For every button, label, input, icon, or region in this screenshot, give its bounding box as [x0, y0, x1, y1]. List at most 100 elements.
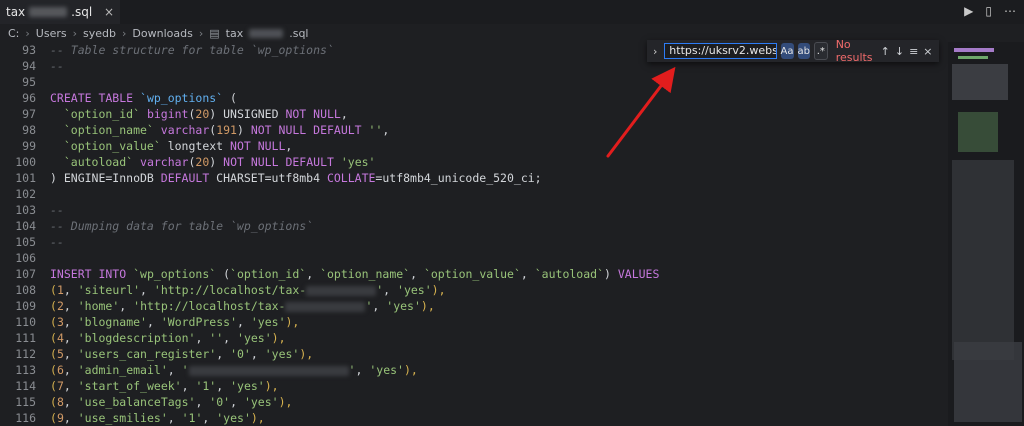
code-line[interactable]: 102 [0, 186, 948, 202]
code-line[interactable]: 114 (7, 'start_of_week', '1', 'yes'), [0, 378, 948, 394]
split-editor-icon[interactable]: ▯ [985, 4, 992, 18]
redacted-text [285, 301, 366, 312]
line-text: -- [50, 203, 64, 217]
line-number: 94 [22, 59, 36, 73]
line-text: (8, 'use_balanceTags', '0', 'yes'), [50, 395, 293, 409]
code-line[interactable]: 98 `option_name` varchar(191) NOT NULL D… [0, 122, 948, 138]
previous-match-icon[interactable]: ↑ [880, 45, 890, 58]
minimap-block [958, 112, 998, 152]
line-number: 106 [15, 251, 36, 265]
line-number: 102 [15, 187, 36, 201]
line-text: (3, 'blogname', 'WordPress', 'yes'), [50, 315, 300, 329]
breadcrumb-file-prefix[interactable]: tax [226, 27, 244, 40]
redacted-text [188, 365, 349, 376]
line-number: 101 [15, 171, 36, 185]
code-line[interactable]: 103 -- [0, 202, 948, 218]
code-line[interactable]: 99 `option_value` longtext NOT NULL, [0, 138, 948, 154]
line-number: 100 [15, 155, 36, 169]
breadcrumb-file-suffix[interactable]: .sql [289, 27, 308, 40]
line-text: -- Dumping data for table `wp_options` [50, 219, 314, 233]
breadcrumb-separator-icon: › [122, 26, 127, 40]
find-input[interactable]: https://uksrv2.websiteserve [664, 43, 777, 59]
run-icon[interactable]: ▶ [964, 4, 973, 18]
code-line[interactable]: 100 `autoload` varchar(20) NOT NULL DEFA… [0, 154, 948, 170]
more-actions-icon[interactable]: ⋯ [1004, 4, 1016, 18]
line-number: 114 [15, 379, 36, 393]
use-regex-button[interactable]: .* [814, 42, 828, 60]
line-text: `option_id` bigint(20) UNSIGNED NOT NULL… [50, 107, 348, 121]
code-line[interactable]: 109 (2, 'home', 'http://localhost/tax- ', … [0, 298, 948, 314]
line-number: 109 [15, 299, 36, 313]
line-text: `option_name` varchar(191) NOT NULL DEFA… [50, 123, 390, 137]
minimap-block [952, 64, 1008, 100]
database-icon: ▤ [209, 26, 220, 40]
line-number: 116 [15, 411, 36, 425]
code-line[interactable]: 115 (8, 'use_balanceTags', '0', 'yes'), [0, 394, 948, 410]
code-line[interactable]: 108 (1, 'siteurl', 'http://localhost/tax-… [0, 282, 948, 298]
line-text: `option_value` longtext NOT NULL, [50, 139, 293, 153]
code-line[interactable]: 105 -- [0, 234, 948, 250]
tab-bar: tax .sql × ▶ ▯ ⋯ [0, 0, 1024, 25]
minimap-block [954, 342, 1022, 422]
line-text: (4, 'blogdescription', '', 'yes'), [50, 331, 286, 345]
code-line[interactable]: 101 ) ENGINE=InnoDB DEFAULT CHARSET=utf8m… [0, 170, 948, 186]
minimap[interactable] [948, 42, 1024, 426]
breadcrumb-user[interactable]: syedb [83, 27, 116, 40]
line-text: CREATE TABLE `wp_options` ( [50, 91, 237, 105]
code-editor[interactable]: 93 -- Table structure for table `wp_optio… [0, 42, 948, 426]
line-number: 99 [22, 139, 36, 153]
find-in-selection-icon[interactable]: ≡ [909, 45, 919, 58]
line-text: ) ENGINE=InnoDB DEFAULT CHARSET=utf8mb4 … [50, 171, 542, 185]
match-whole-word-button[interactable]: ab [797, 43, 810, 59]
tab-prefix: tax [6, 5, 26, 19]
line-number: 97 [22, 107, 36, 121]
redacted-text [306, 285, 377, 296]
toggle-replace-icon[interactable]: › [653, 45, 660, 58]
line-text: (2, 'home', 'http://localhost/tax- ', 'ye… [50, 299, 435, 313]
line-text: -- [50, 235, 64, 249]
line-text: (7, 'start_of_week', '1', 'yes'), [50, 379, 279, 393]
line-text: -- [50, 59, 64, 73]
code-line[interactable]: 97 `option_id` bigint(20) UNSIGNED NOT N… [0, 106, 948, 122]
line-number: 115 [15, 395, 36, 409]
line-text: (5, 'users_can_register', '0', 'yes'), [50, 347, 314, 361]
code-line[interactable]: 111 (4, 'blogdescription', '', 'yes'), [0, 330, 948, 346]
editor-tab[interactable]: tax .sql × [0, 0, 120, 24]
line-number: 113 [15, 363, 36, 377]
redacted-filename [249, 28, 284, 38]
code-line[interactable]: 96 CREATE TABLE `wp_options` ( [0, 90, 948, 106]
code-line[interactable]: 104 -- Dumping data for table `wp_options… [0, 218, 948, 234]
tab-close-icon[interactable]: × [104, 5, 114, 19]
close-find-icon[interactable]: × [923, 45, 933, 58]
tab-suffix: .sql [71, 5, 93, 19]
next-match-icon[interactable]: ↓ [894, 45, 904, 58]
breadcrumb-downloads[interactable]: Downloads [132, 27, 192, 40]
code-line[interactable]: 107 INSERT INTO `wp_options` (`option_id`… [0, 266, 948, 282]
find-widget: › https://uksrv2.websiteserve Aa ab .* N… [647, 38, 939, 64]
find-status: No results [835, 38, 873, 64]
breadcrumb-separator-icon: › [72, 26, 78, 40]
line-number: 93 [22, 43, 36, 57]
match-case-button[interactable]: Aa [780, 43, 794, 59]
line-number: 110 [15, 315, 36, 329]
line-number: 112 [15, 347, 36, 361]
breadcrumb-drive[interactable]: C: [8, 27, 19, 40]
line-text: (1, 'siteurl', 'http://localhost/tax- ', … [50, 283, 446, 297]
code-line[interactable]: 95 [0, 74, 948, 90]
minimap-block [954, 48, 994, 52]
line-number: 105 [15, 235, 36, 249]
minimap-block [958, 56, 988, 59]
line-number: 104 [15, 219, 36, 233]
code-line[interactable]: 113 (6, 'admin_email', ' ', 'yes'), [0, 362, 948, 378]
breadcrumb-separator-icon: › [25, 26, 30, 40]
code-line[interactable]: 110 (3, 'blogname', 'WordPress', 'yes'), [0, 314, 948, 330]
line-number: 108 [15, 283, 36, 297]
code-line[interactable]: 116 (9, 'use_smilies', '1', 'yes'), [0, 410, 948, 426]
breadcrumb-users[interactable]: Users [36, 27, 67, 40]
code-line[interactable]: 106 [0, 250, 948, 266]
line-text: (9, 'use_smilies', '1', 'yes'), [50, 411, 265, 425]
code-line[interactable]: 112 (5, 'users_can_register', '0', 'yes')… [0, 346, 948, 362]
line-number: 111 [15, 331, 36, 345]
line-number: 95 [22, 75, 36, 89]
line-text: `autoload` varchar(20) NOT NULL DEFAULT … [50, 155, 376, 169]
